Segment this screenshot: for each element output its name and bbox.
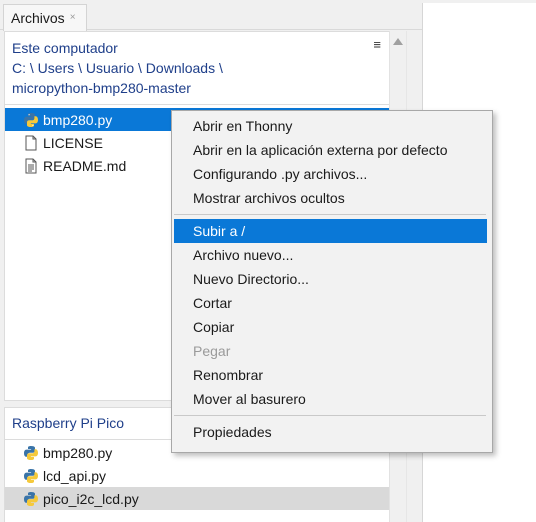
menu-item-abrir-externa[interactable]: Abrir en la aplicación externa por defec… [172, 138, 492, 162]
text-file-icon [22, 157, 40, 175]
python-icon [22, 111, 40, 129]
file-name: bmp280.py [43, 111, 113, 128]
tab-bar: Archivos × [0, 0, 422, 31]
menu-item-mover-basurero[interactable]: Mover al basurero [172, 387, 492, 411]
menu-item-abrir-thonny[interactable]: Abrir en Thonny [172, 114, 492, 138]
tab-archivos[interactable]: Archivos × [3, 4, 87, 31]
menu-separator [174, 415, 486, 416]
local-path-line2[interactable]: micropython-bmp280-master [12, 78, 383, 98]
menu-item-renombrar[interactable]: Renombrar [172, 363, 492, 387]
scroll-up-arrow-icon[interactable] [393, 38, 403, 45]
file-name: README.md [43, 157, 127, 174]
device-file-pico-i2c-lcd[interactable]: pico_i2c_lcd.py [5, 487, 389, 510]
local-panel-header: Este computador C: \ Users \ Usuario \ D… [5, 32, 389, 105]
file-name: LICENSE [43, 134, 103, 151]
menu-item-copiar[interactable]: Copiar [172, 315, 492, 339]
menu-separator [174, 214, 486, 215]
menu-item-archivo-nuevo[interactable]: Archivo nuevo... [172, 243, 492, 267]
file-name: lcd_api.py [43, 467, 107, 484]
file-name: bmp280.py [43, 444, 113, 461]
menu-item-nuevo-directorio[interactable]: Nuevo Directorio... [172, 267, 492, 291]
hamburger-menu-icon[interactable]: ≡ [373, 38, 381, 52]
device-file-lcd-api[interactable]: lcd_api.py [5, 464, 389, 487]
python-icon [22, 444, 40, 462]
menu-item-pegar: Pegar [193, 343, 231, 359]
tab-close-icon[interactable]: × [70, 12, 76, 23]
menu-item-mostrar-ocultos[interactable]: Mostrar archivos ocultos [172, 186, 492, 210]
menu-item-propiedades[interactable]: Propiedades [172, 420, 492, 444]
menu-item-configurando-py[interactable]: Configurando .py archivos... [172, 162, 492, 186]
local-path-line1[interactable]: C: \ Users \ Usuario \ Downloads \ [12, 58, 383, 78]
tab-label: Archivos [11, 10, 65, 26]
menu-item-subir[interactable]: Subir a / [174, 219, 487, 243]
context-menu: Abrir en Thonny Abrir en la aplicación e… [171, 110, 493, 453]
local-panel-title: Este computador [12, 40, 118, 56]
file-icon [22, 134, 40, 152]
python-icon [22, 467, 40, 485]
file-name: pico_i2c_lcd.py [43, 490, 139, 507]
menu-item-cortar[interactable]: Cortar [172, 291, 492, 315]
python-icon [22, 490, 40, 508]
